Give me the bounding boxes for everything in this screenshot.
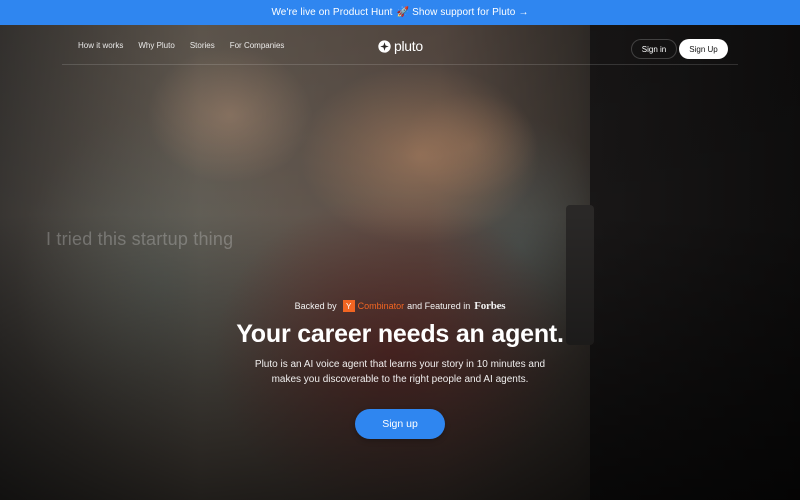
backed-by-label: Backed by [294,301,337,311]
nav-divider [62,64,738,65]
monitor-foreground [590,25,800,500]
announcement-banner[interactable]: We're live on Product Hunt 🚀 Show suppor… [0,0,800,25]
featured-in-label: and Featured in [407,301,471,311]
pluto-logo[interactable]: pluto [378,38,423,54]
y-combinator-name: Combinator [357,301,405,311]
nav-link-how-it-works[interactable]: How it works [78,41,123,50]
nav-link-for-companies[interactable]: For Companies [230,41,285,50]
forbes-logo: Forbes [474,300,506,312]
sign-up-button[interactable]: Sign Up [679,39,728,59]
nav-link-stories[interactable]: Stories [190,41,215,50]
top-navigation: How it works Why Pluto Stories For Compa… [0,25,800,65]
pluto-star-icon [378,39,391,53]
hero-sign-up-button[interactable]: Sign up [355,409,445,439]
hero-headline: Your career needs an agent. [236,320,564,348]
rocket-icon: 🚀 [396,7,410,18]
backed-by-line: Backed by Y Combinator and Featured in F… [0,300,800,312]
banner-link[interactable]: Show support for Pluto [412,7,515,18]
sign-in-button[interactable]: Sign in [631,39,677,59]
banner-text: We're live on Product Hunt [271,7,393,18]
logo-text: pluto [394,38,423,54]
video-caption: I tried this startup thing [46,229,234,249]
nav-link-why-pluto[interactable]: Why Pluto [138,41,174,50]
y-combinator-logo-icon: Y [342,300,355,312]
hero-subtitle: Pluto is an AI voice agent that learns y… [254,359,546,385]
arrow-right-icon: → [518,7,529,18]
nav-links: How it works Why Pluto Stories For Compa… [78,25,284,65]
